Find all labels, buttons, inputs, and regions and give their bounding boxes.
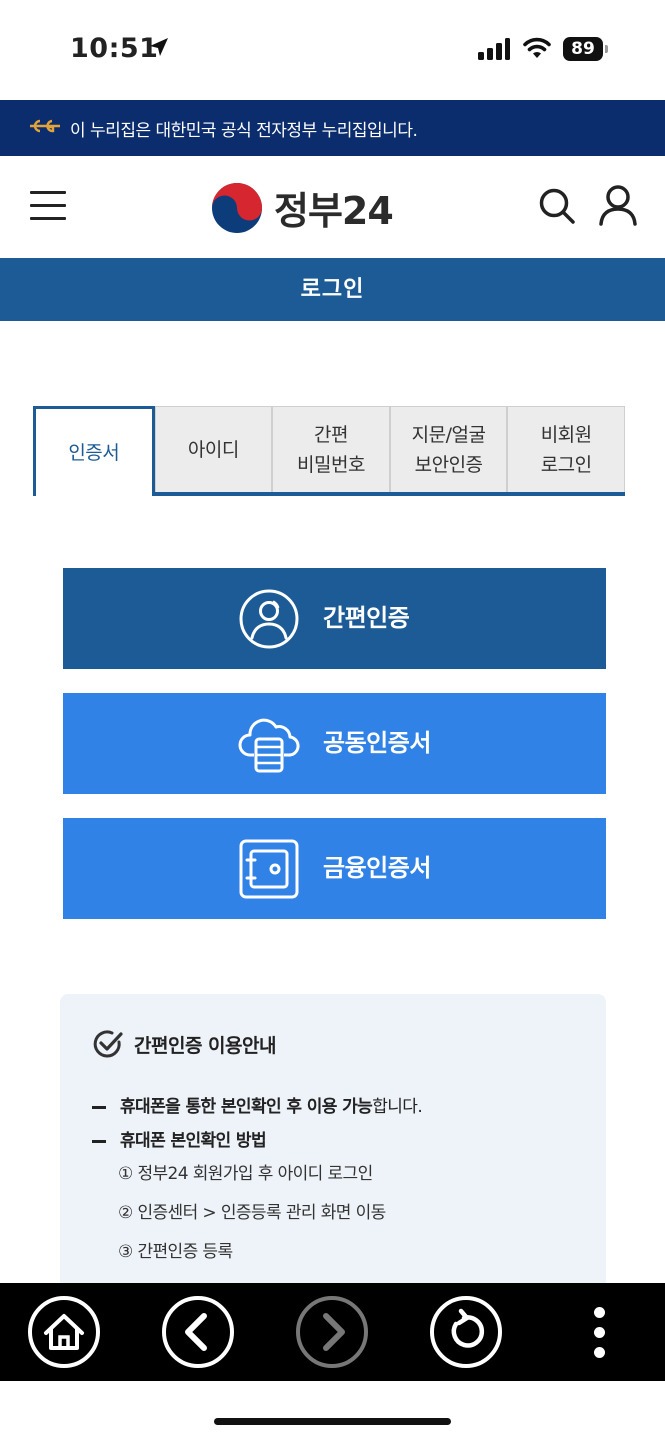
simple-auth-guide: 간편인증 이용안내 휴대폰을 통한 본인확인 후 이용 가능합니다. 휴대폰 본… [60,994,606,1294]
more-icon[interactable] [594,1307,606,1367]
taegeuk-icon [212,182,262,233]
guide-title: 간편인증 이용안내 [92,1028,276,1060]
tab-certificate[interactable]: 인증서 [33,406,155,496]
signal-icon [478,38,510,64]
safe-icon [238,838,300,900]
tab-biometric[interactable]: 지문/얼굴 보안인증 [389,406,508,492]
search-icon[interactable] [537,186,577,230]
page-title: 로그인 [0,258,665,321]
guide-line-1-rest: 합니다. [372,1097,423,1117]
guide-step: ① 정부24 회원가입 후 아이디 로그인 [118,1164,373,1184]
cloud-server-icon [238,713,300,775]
menu-icon[interactable] [30,191,66,221]
financial-certificate-label: 금융인증서 [323,854,431,882]
financial-certificate-button[interactable]: 금융인증서 [63,818,606,919]
official-site-banner[interactable]: 이 누리집은 대한민국 공식 전자정부 누리집입니다. [0,100,665,156]
forward-icon[interactable] [296,1296,368,1368]
simple-auth-button[interactable]: 간편인증 [63,568,606,669]
guide-line-2: 휴대폰 본인확인 방법 [92,1126,267,1151]
browser-toolbar [0,1283,665,1381]
user-icon[interactable] [598,184,638,230]
home-indicator-area [0,1381,665,1440]
back-icon[interactable] [162,1296,234,1368]
logo-text: 정부24 [274,189,394,233]
guide-title-text: 간편인증 이용안내 [134,1034,276,1057]
home-indicator[interactable] [214,1418,451,1425]
tab-id[interactable]: 아이디 [154,406,273,492]
guide-step: ③ 간편인증 등록 [118,1242,233,1262]
gov-emblem-icon [28,118,62,138]
location-arrow-icon [148,36,170,62]
login-method-tabs: 인증서 아이디 간편 비밀번호 지문/얼굴 보안인증 비회원 로그인 [33,406,625,496]
guide-line-1: 휴대폰을 통한 본인확인 후 이용 가능합니다. [92,1092,423,1117]
battery-tip [605,45,608,53]
tab-non-member[interactable]: 비회원 로그인 [507,406,625,492]
gov24-logo[interactable]: 정부24 [210,180,394,235]
battery-icon: 89 [563,37,603,61]
site-header: 정부24 [0,156,665,258]
home-icon[interactable] [28,1296,100,1368]
person-circle-icon [238,588,300,650]
simple-auth-label: 간편인증 [323,604,410,632]
joint-certificate-button[interactable]: 공동인증서 [63,693,606,794]
guide-line-2-bold: 휴대폰 본인확인 방법 [120,1131,267,1151]
joint-certificate-label: 공동인증서 [323,729,431,757]
check-circle-icon [93,1030,123,1058]
banner-text: 이 누리집은 대한민국 공식 전자정부 누리집입니다. [70,120,418,141]
guide-line-1-bold: 휴대폰을 통한 본인확인 후 이용 가능 [120,1097,373,1117]
wifi-icon [522,36,552,64]
refresh-icon[interactable] [430,1296,502,1368]
status-time: 10:51 [70,33,159,64]
tab-simple-password[interactable]: 간편 비밀번호 [272,406,390,492]
guide-step: ② 인증센터 > 인증등록 관리 화면 이동 [118,1203,386,1223]
status-bar: 10:51 89 [0,0,665,100]
